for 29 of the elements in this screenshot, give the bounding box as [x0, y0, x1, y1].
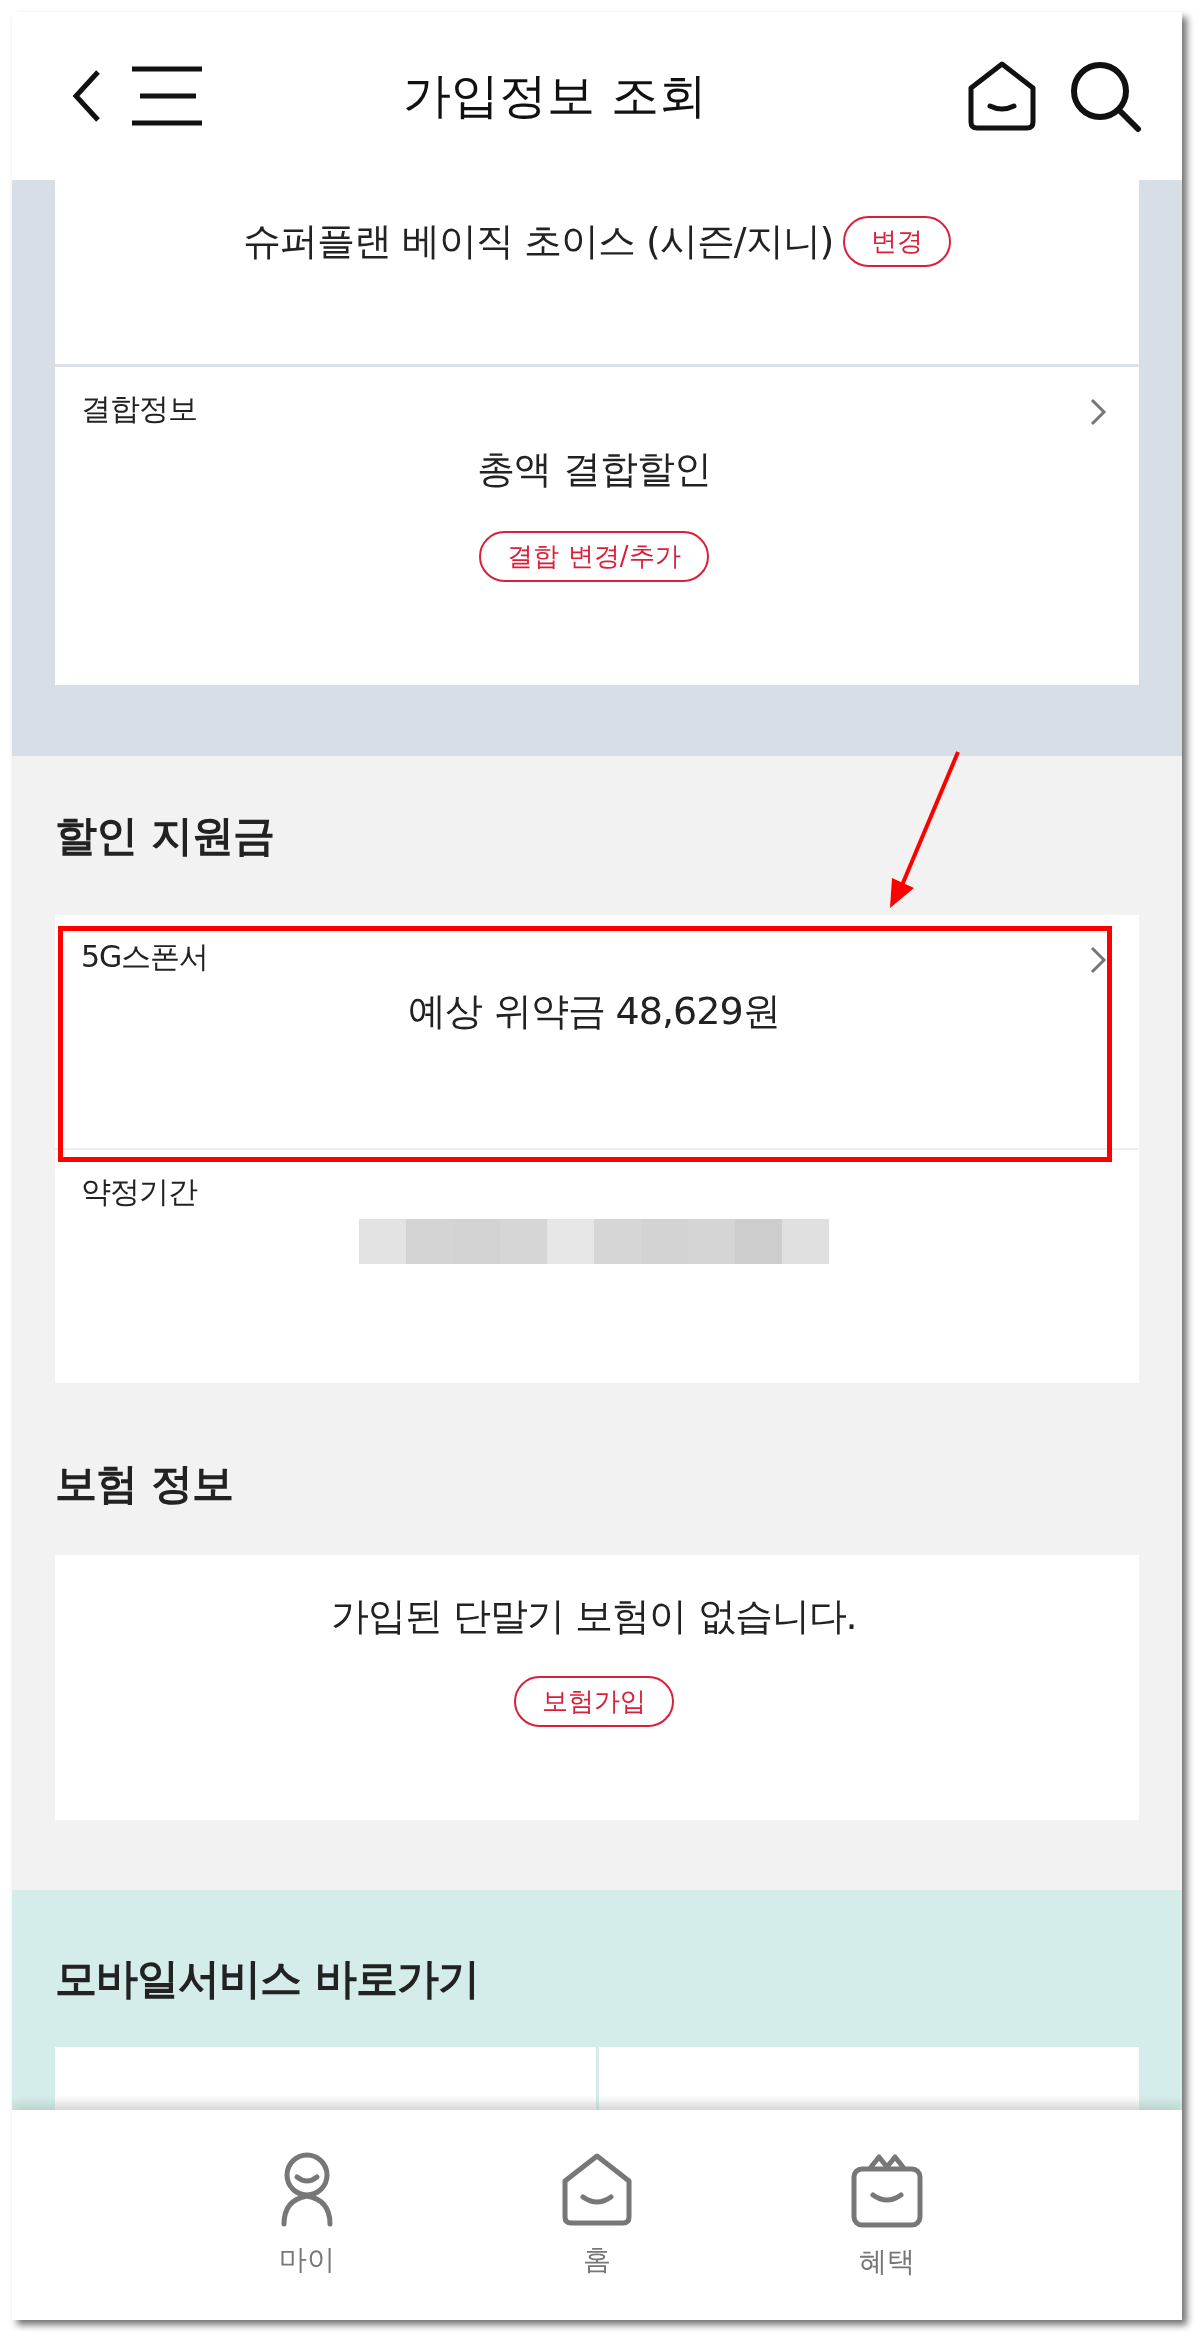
change-button[interactable]: 변경 [843, 216, 952, 267]
insurance-message: 가입된 단말기 보험이 없습니다. [331, 1593, 857, 1640]
row-label: 5G스폰서 [81, 938, 209, 976]
insurance-join-button[interactable]: 보험가입 [514, 1676, 674, 1727]
row-label: 결합정보 [81, 390, 197, 428]
page-title: 가입정보 조회 [402, 66, 708, 125]
search-button[interactable] [1068, 59, 1142, 133]
nav-tab[interactable]: 마이 [232, 2150, 382, 2320]
person-icon [279, 2151, 335, 2227]
chevron-right-icon [1089, 397, 1107, 427]
chevron-right-icon [1089, 945, 1107, 975]
section-heading: 보험 정보 [55, 1458, 233, 1510]
row-value: 총액 결합할인 [477, 446, 711, 493]
plan-name: 슈퍼플랜 베이직 초이스 (시즌/지니) [242, 218, 834, 265]
home-button[interactable] [966, 60, 1038, 132]
nav-tab[interactable]: 홈 [522, 2150, 672, 2320]
back-button[interactable] [72, 68, 102, 124]
service-tile[interactable] [55, 2047, 596, 2110]
combination-row[interactable]: 결합정보 총액 결합할인 결합 변경/추가 [55, 367, 1139, 685]
nav-tab[interactable]: 혜택 [812, 2150, 962, 2320]
sponsor-row[interactable]: 5G스폰서 예상 위약금 48,629원 [55, 915, 1139, 1150]
menu-button[interactable] [132, 66, 204, 126]
row-value: 예상 위약금 48,629원 [408, 988, 780, 1035]
service-tile[interactable] [598, 2047, 1139, 2110]
combination-change-button[interactable]: 결합 변경/추가 [479, 531, 709, 582]
gift-box-icon [849, 2151, 925, 2229]
section-heading: 할인 지원금 [55, 809, 274, 862]
row-label: 약정기간 [81, 1173, 197, 1211]
section-heading: 모바일서비스 바로가기 [55, 1952, 479, 2005]
